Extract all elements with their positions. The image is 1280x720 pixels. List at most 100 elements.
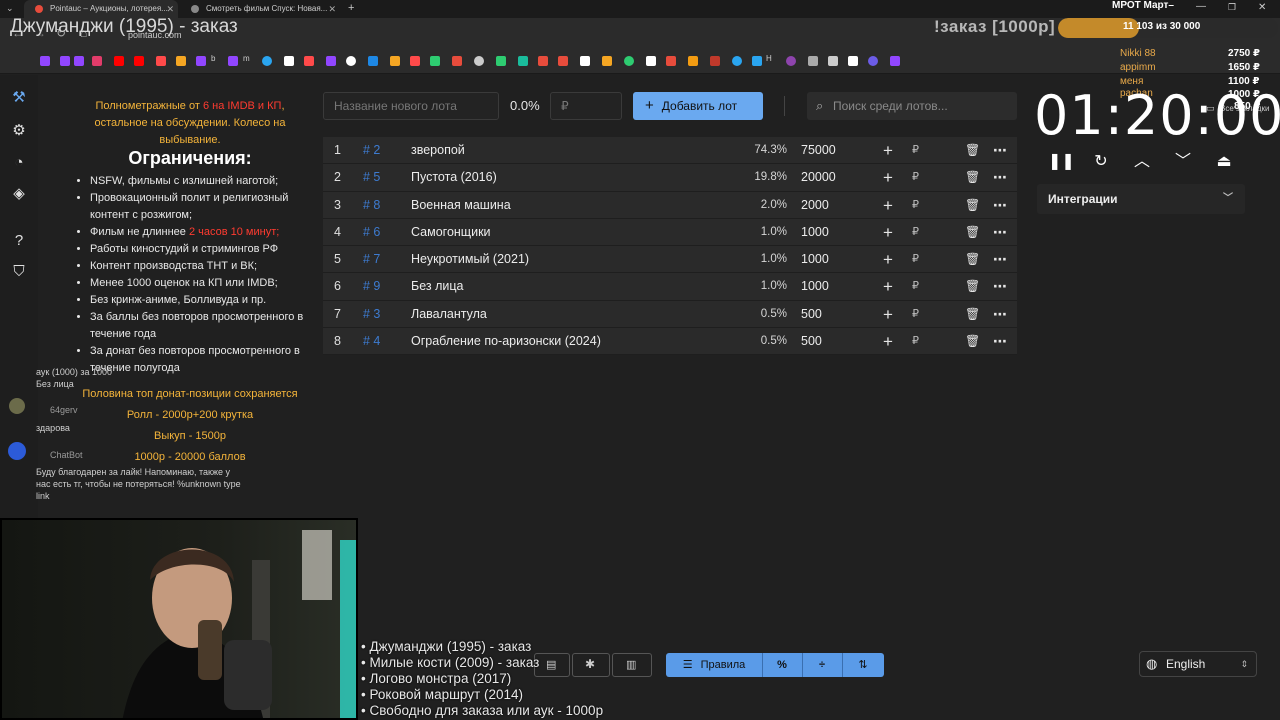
bookmark-label[interactable]: m [243, 54, 250, 63]
trash-icon[interactable]: 🗑 [965, 137, 980, 164]
bookmark-icon[interactable] [538, 56, 548, 66]
bookmark-icon[interactable] [786, 56, 796, 66]
table-row[interactable]: 6 # 9 Без лица 1.0% 1000 + ₽ 🗑 ⋯ [323, 273, 1017, 301]
trash-icon[interactable]: 🗑 [965, 301, 980, 328]
bookmark-icon[interactable] [518, 56, 528, 66]
bookmark-icon[interactable] [890, 56, 900, 66]
bookmark-icon[interactable] [580, 56, 590, 66]
new-tab-icon[interactable]: + [348, 2, 354, 14]
bookmark-icon[interactable] [848, 56, 858, 66]
window-close-icon[interactable]: ✕ [1258, 2, 1266, 13]
table-row[interactable]: 4 # 6 Самогонщики 1.0% 1000 + ₽ 🗑 ⋯ [323, 218, 1017, 247]
trash-icon[interactable]: 🗑 [965, 192, 980, 219]
bookmark-icon[interactable] [430, 56, 440, 66]
plus-icon[interactable]: + [883, 246, 893, 273]
bookmark-icon[interactable] [808, 56, 818, 66]
lot-id[interactable]: # 3 [363, 301, 380, 328]
bookmark-label[interactable]: b [211, 54, 215, 63]
bookmark-icon[interactable] [452, 56, 462, 66]
pause-icon[interactable]: ❚❚ [1048, 151, 1075, 173]
lot-id[interactable]: # 5 [363, 164, 380, 191]
bookmark-icon[interactable] [40, 56, 50, 66]
bookmark-icon[interactable] [474, 56, 484, 66]
table-row[interactable]: 5 # 7 Неукротимый (2021) 1.0% 1000 + ₽ 🗑 ⋯ [323, 246, 1017, 274]
bookmark-icon[interactable] [228, 56, 238, 66]
table-row[interactable]: 1 # 2 зверопой 74.3% 75000 + ₽ 🗑 ⋯ [323, 137, 1017, 165]
bookmark-icon[interactable] [558, 56, 568, 66]
bookmark-icon[interactable] [688, 56, 698, 66]
ruble-icon[interactable]: ₽ [912, 164, 919, 191]
trash-icon[interactable]: 🗑 [965, 219, 980, 246]
lot-amount[interactable]: 20000 [801, 164, 836, 191]
more-icon[interactable]: ⋯ [993, 137, 1007, 164]
plus-icon[interactable]: + [883, 273, 893, 300]
bookmark-icon[interactable] [828, 56, 838, 66]
lot-name[interactable]: Ограбление по-аризонски (2024) [411, 328, 601, 355]
increase-time-icon[interactable]: ︿ [1131, 151, 1153, 173]
bookmark-icon[interactable] [262, 56, 272, 66]
tool-button[interactable]: ▥ [612, 653, 652, 677]
table-row[interactable]: 7 # 3 Лавалантула 0.5% 500 + ₽ 🗑 ⋯ [323, 300, 1017, 329]
ruble-icon[interactable]: ₽ [912, 137, 919, 164]
language-select[interactable]: ◍ English ⇕ [1139, 651, 1257, 677]
shield-icon[interactable]: ⛉ [10, 263, 28, 281]
ruble-icon[interactable]: ₽ [912, 246, 919, 273]
tab-menu-icon[interactable]: ⌄ [6, 3, 14, 14]
lot-name[interactable]: Лавалантула [411, 301, 487, 328]
bookmark-icon[interactable] [732, 56, 742, 66]
decrease-time-icon[interactable]: ﹀ [1172, 151, 1194, 173]
bookmark-icon[interactable] [710, 56, 720, 66]
lot-id[interactable]: # 8 [363, 192, 380, 219]
bookmark-label[interactable]: Н [766, 54, 772, 63]
plus-icon[interactable]: + [883, 219, 893, 246]
bookmark-icon[interactable] [602, 56, 612, 66]
split-icon[interactable]: ÷ [802, 653, 842, 677]
restart-icon[interactable]: ↻ [1090, 151, 1112, 173]
ruble-icon[interactable]: ₽ [912, 273, 919, 300]
lot-amount[interactable]: 500 [801, 301, 822, 328]
table-row[interactable]: 2 # 5 Пустота (2016) 19.8% 20000 + ₽ 🗑 ⋯ [323, 164, 1017, 192]
bookmark-icon[interactable] [114, 56, 124, 66]
help-icon[interactable]: ? [10, 232, 28, 250]
ruble-icon[interactable]: ₽ [912, 301, 919, 328]
lot-id[interactable]: # 4 [363, 328, 380, 355]
trash-icon[interactable]: 🗑 [965, 328, 980, 355]
wheel-icon[interactable]: ◔ [10, 154, 28, 172]
bookmark-icon[interactable] [410, 56, 420, 66]
plus-icon[interactable]: + [883, 137, 893, 164]
lot-amount[interactable]: 75000 [801, 137, 836, 164]
bookmark-icon[interactable] [196, 56, 206, 66]
more-icon[interactable]: ⋯ [993, 219, 1007, 246]
bookmark-icon[interactable] [60, 56, 70, 66]
lot-search-input[interactable]: ⌕ Поиск среди лотов... [807, 92, 1017, 120]
bookmark-icon[interactable] [284, 56, 294, 66]
bookmark-icon[interactable] [368, 56, 378, 66]
bookmark-icon[interactable] [666, 56, 676, 66]
more-icon[interactable]: ⋯ [993, 273, 1007, 300]
table-row[interactable]: 3 # 8 Военная машина 2.0% 2000 + ₽ 🗑 ⋯ [323, 191, 1017, 219]
ruble-icon[interactable]: ₽ [912, 328, 919, 355]
lot-amount[interactable]: 1000 [801, 219, 829, 246]
window-maximize-icon[interactable]: ❐ [1228, 2, 1236, 13]
ruble-icon[interactable]: ₽ [912, 219, 919, 246]
sort-icon[interactable]: ⇅ [842, 653, 884, 677]
lot-name[interactable]: зверопой [411, 137, 465, 164]
bookmark-icon[interactable] [646, 56, 656, 66]
more-icon[interactable]: ⋯ [993, 301, 1007, 328]
trash-icon[interactable]: 🗑 [965, 246, 980, 273]
plus-icon[interactable]: + [883, 164, 893, 191]
lot-name[interactable]: Военная машина [411, 192, 511, 219]
plus-icon[interactable]: + [883, 301, 893, 328]
integrations-dropdown[interactable]: Интеграции ﹀ [1037, 184, 1245, 214]
rules-button[interactable]: ☰ Правила [666, 653, 762, 677]
lot-id[interactable]: # 6 [363, 219, 380, 246]
more-icon[interactable]: ⋯ [993, 246, 1007, 273]
lot-amount[interactable]: 1000 [801, 273, 829, 300]
bookmark-icon[interactable] [752, 56, 762, 66]
lot-id[interactable]: # 2 [363, 137, 380, 164]
more-icon[interactable]: ⋯ [993, 164, 1007, 191]
lot-name[interactable]: Самогонщики [411, 219, 491, 246]
new-lot-price-input[interactable]: ₽ [550, 92, 622, 120]
add-lot-button[interactable]: + Добавить лот [633, 92, 763, 120]
plus-icon[interactable]: + [883, 192, 893, 219]
